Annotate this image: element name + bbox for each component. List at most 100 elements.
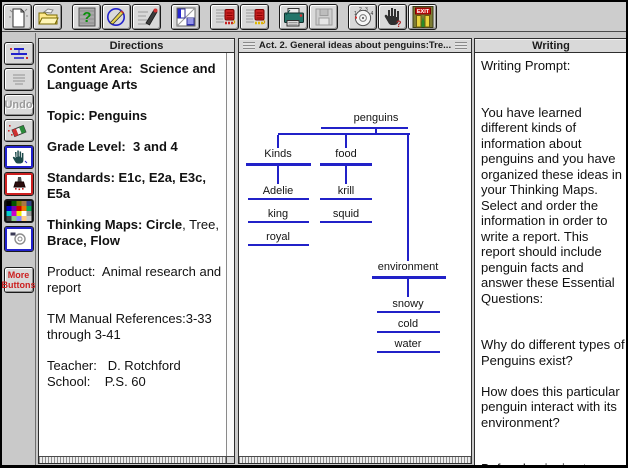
tree-child-line xyxy=(377,311,440,313)
tree-child-line xyxy=(248,221,309,223)
tree-child-line xyxy=(248,244,309,246)
color-palette-button[interactable] xyxy=(4,199,34,223)
save-button[interactable] xyxy=(309,4,338,30)
toolbar-group-templates xyxy=(210,4,270,30)
directions-vertical-scrollbar[interactable] xyxy=(226,53,234,456)
directions-text: Brace, Flow xyxy=(47,233,120,248)
tree-root-node[interactable]: penguins xyxy=(331,112,421,125)
undo-button[interactable]: Undo xyxy=(4,94,34,116)
tree-child-node[interactable]: royal xyxy=(243,231,314,244)
timer-dial-icon: 1234 xyxy=(351,6,375,28)
tree-child-node[interactable]: Adelie xyxy=(243,185,314,198)
directions-text: , Tree, xyxy=(182,217,222,232)
snapshot-dial-button[interactable] xyxy=(4,226,34,252)
tree-child-line xyxy=(248,198,309,200)
directions-text: Content Area: Science and Language Arts xyxy=(47,61,219,92)
directions-panel-header[interactable]: Directions xyxy=(39,39,234,53)
directions-paragraph: Teacher: D. Rotchford School: P.S. 60 xyxy=(47,358,223,390)
svg-text:2: 2 xyxy=(359,6,362,12)
writing-panel-header[interactable]: Writing xyxy=(475,39,627,53)
edit-pencil-button[interactable] xyxy=(132,4,161,30)
tree-child-node[interactable]: krill xyxy=(315,185,377,198)
tree-child-node[interactable]: king xyxy=(243,208,314,221)
paint-brush-tool-button[interactable] xyxy=(4,172,34,196)
tree-connector-line xyxy=(407,279,409,297)
directions-text: Grade Level: 3 and 4 xyxy=(47,139,178,154)
split-view-button[interactable] xyxy=(171,4,200,30)
svg-text:EXIT: EXIT xyxy=(416,9,429,15)
open-file-icon xyxy=(36,6,60,28)
tree-connector-line xyxy=(277,166,279,184)
more-buttons-label: More Buttons xyxy=(2,270,36,290)
app-window: ? xyxy=(0,0,628,468)
undo-button-label: Undo xyxy=(4,99,32,111)
color-palette-icon xyxy=(6,201,32,221)
timer-dial-button[interactable]: 1234 xyxy=(348,4,377,30)
help-hand-button[interactable]: ? xyxy=(378,4,407,30)
writing-paragraph: Writing Prompt: xyxy=(481,58,625,74)
grab-hand-tool-button[interactable] xyxy=(4,145,34,169)
eraser-tool-icon xyxy=(7,122,31,139)
writing-paragraph xyxy=(481,430,625,446)
tree-child-line xyxy=(377,331,440,333)
writing-panel: Writing Writing Prompt: You have learned … xyxy=(474,38,628,467)
new-document-button[interactable] xyxy=(3,4,32,30)
toolbar-group-tools: ? xyxy=(72,4,162,30)
template-stamp-2-icon xyxy=(243,6,267,28)
writing-body[interactable]: Writing Prompt: You have learned differen… xyxy=(475,53,627,466)
tree-map-panel: Act. 2. General ideas about penguins:Tre… xyxy=(238,38,472,464)
tree-map-canvas[interactable]: penguinsKindsAdeliekingroyalfoodkrillsqu… xyxy=(239,53,471,455)
compass-draw-button[interactable] xyxy=(102,4,131,30)
tree-map-tool-button[interactable] xyxy=(4,42,34,65)
writing-paragraph xyxy=(481,89,625,105)
tree-child-node[interactable]: water xyxy=(372,338,445,351)
writing-paragraph xyxy=(481,306,625,322)
snapshot-dial-icon xyxy=(9,231,29,247)
tree-category-node[interactable]: environment xyxy=(363,261,453,274)
tree-map-panel-header[interactable]: Act. 2. General ideas about penguins:Tre… xyxy=(239,39,471,53)
tree-map-horizontal-scrollbar[interactable] xyxy=(239,456,471,463)
tree-child-node[interactable]: cold xyxy=(372,318,445,331)
new-document-icon xyxy=(6,6,30,28)
directions-body[interactable]: Content Area: Science and Language Arts T… xyxy=(39,53,225,455)
exit-door-icon: EXIT xyxy=(411,6,435,28)
directions-paragraph: Topic: Penguins xyxy=(47,108,223,124)
grab-hand-tool-icon xyxy=(9,149,29,165)
toolbar-group-session: 1234 ? EXIT xyxy=(348,4,438,30)
toolbar: ? xyxy=(2,2,626,32)
map-question-button[interactable]: ? xyxy=(72,4,101,30)
svg-text:?: ? xyxy=(396,19,402,28)
print-icon xyxy=(282,6,306,28)
eraser-tool-button[interactable] xyxy=(4,119,34,142)
header-grip-left xyxy=(243,42,255,50)
align-lines-tool-button[interactable] xyxy=(4,68,34,91)
tree-root-line xyxy=(321,127,408,129)
tree-connector-line xyxy=(278,133,410,135)
template-stamp-1-button[interactable] xyxy=(210,4,239,30)
writing-paragraph: You have learned different kinds of info… xyxy=(481,105,625,307)
directions-paragraph: Grade Level: 3 and 4 xyxy=(47,139,223,155)
tree-child-line xyxy=(320,221,372,223)
template-stamp-2-button[interactable] xyxy=(240,4,269,30)
directions-paragraph: Standards: E1c, E2a, E3c, E5a xyxy=(47,170,223,202)
writing-paragraph xyxy=(481,74,625,90)
writing-paragraph xyxy=(481,446,625,462)
more-buttons-button[interactable]: More Buttons xyxy=(4,267,34,293)
tree-category-line xyxy=(372,276,446,279)
directions-text: Teacher: D. Rotchford School: P.S. 60 xyxy=(47,358,181,389)
directions-text: Topic: Penguins xyxy=(47,108,147,123)
open-file-button[interactable] xyxy=(33,4,62,30)
writing-paragraph xyxy=(481,322,625,338)
sidebar-toolbar: Undo More Buttons xyxy=(2,33,36,465)
tree-child-node[interactable]: squid xyxy=(315,208,377,221)
tree-category-node[interactable]: food xyxy=(301,148,391,161)
directions-paragraph: Product: Animal research and report xyxy=(47,264,223,296)
directions-paragraph: TM Manual References:3-33 through 3-41 xyxy=(47,311,223,343)
directions-text: Product: Animal research and report xyxy=(47,264,225,295)
paint-brush-tool-icon xyxy=(9,176,29,192)
directions-horizontal-scrollbar[interactable] xyxy=(39,456,234,463)
print-button[interactable] xyxy=(279,4,308,30)
writing-panel-title: Writing xyxy=(532,40,570,52)
tree-child-node[interactable]: snowy xyxy=(372,298,445,311)
exit-door-button[interactable]: EXIT xyxy=(408,4,437,30)
